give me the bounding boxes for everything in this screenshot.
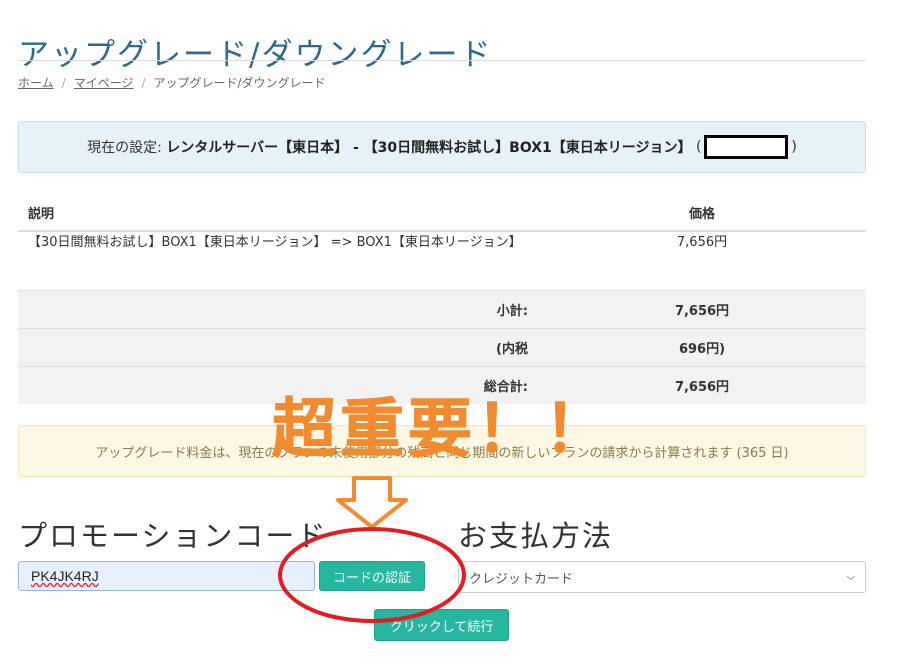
annotation-overlay xyxy=(278,476,466,623)
highlight-circle-icon xyxy=(278,527,466,623)
down-arrow-icon xyxy=(336,476,408,529)
